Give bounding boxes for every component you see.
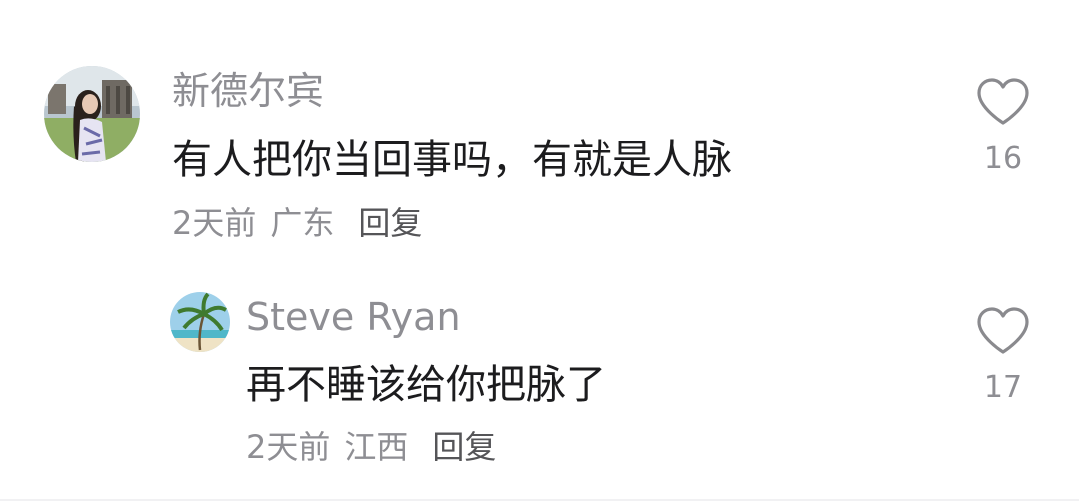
reply-button[interactable]: 回复 <box>358 207 422 239</box>
comment-text[interactable]: 再不睡该给你把脉了 <box>246 365 606 405</box>
comment-username[interactable]: 新德尔宾 <box>172 72 324 110</box>
heart-outline-icon <box>968 78 1038 126</box>
comment-time: 2天前 <box>246 428 331 466</box>
comment-text[interactable]: 有人把你当回事吗，有就是人脉 <box>172 140 732 180</box>
heart-outline-icon <box>968 307 1038 355</box>
comment-username[interactable]: Steve Ryan <box>246 298 461 336</box>
like-button[interactable]: 16 <box>968 78 1038 174</box>
comment-item: 新德尔宾 有人把你当回事吗，有就是人脉 2天前 广东 回复 16 <box>0 0 1079 260</box>
comment-section: 新德尔宾 有人把你当回事吗，有就是人脉 2天前 广东 回复 16 Steve R… <box>0 0 1079 501</box>
comment-location: 江西 <box>344 428 409 466</box>
avatar[interactable] <box>44 66 140 162</box>
comment-meta: 2天前 江西 回复 <box>246 431 496 463</box>
reply-button[interactable]: 回复 <box>432 431 496 463</box>
comment-location: 广东 <box>270 204 335 242</box>
like-button[interactable]: 17 <box>968 307 1038 403</box>
reply-comment-item: Steve Ryan 再不睡该给你把脉了 2天前 江西 回复 17 <box>0 260 1079 501</box>
comment-meta: 2天前 广东 回复 <box>172 207 422 239</box>
like-count: 16 <box>983 141 1023 176</box>
comment-time: 2天前 <box>172 204 257 242</box>
avatar[interactable] <box>170 292 230 352</box>
like-count: 17 <box>983 370 1023 405</box>
